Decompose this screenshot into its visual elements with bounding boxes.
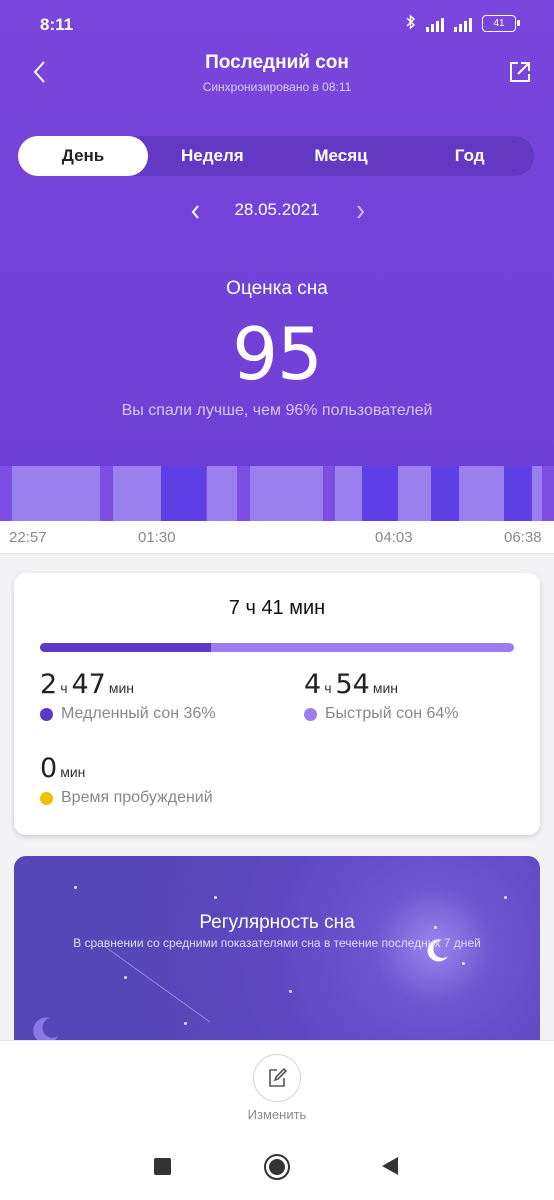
sleep-phase-bar [40,643,514,652]
tab-day[interactable]: День [18,136,148,176]
next-date-button[interactable] [350,201,370,223]
status-icons: 41 [406,14,520,33]
system-navigation-bar [0,1134,554,1200]
light-sleep-legend: Быстрый сон 64% [304,705,459,723]
sleep-summary-card: 7 ч 41 мин 2 ч 47 мин Медленный сон 36% 4ч5… [14,573,540,835]
timeline-segment [335,466,362,521]
tab-year[interactable]: Год [405,136,534,176]
recent-apps-button[interactable] [154,1158,171,1175]
deep-sleep-dot [40,707,53,721]
time-label: 01:30 [138,529,176,546]
timeline-deep-segment [431,466,459,521]
time-label: 22:57 [9,529,47,546]
regularity-subtitle: В сравнении со средними показателями сна… [73,936,481,950]
timeline-deep-segment [12,466,36,521]
score-description: Вы спали лучше, чем 96% пользователей [121,402,433,419]
sleep-score: 95 [232,312,323,396]
back-triangle-icon [382,1157,398,1175]
tab-month[interactable]: Месяц [277,136,406,176]
share-button[interactable] [506,58,534,86]
timeline-segment [250,466,323,521]
awake-dot [40,791,53,805]
edit-label: Изменить [247,1107,307,1122]
battery-icon: 41 [482,15,520,32]
timeline-deep-segment [504,466,532,521]
back-nav-button[interactable] [380,1156,400,1176]
awake-duration: 0 мин [40,753,86,784]
light-sleep-dot [304,707,317,721]
status-bar: 8:11 41 [0,0,554,48]
bluetooth-icon [406,14,416,33]
tab-week[interactable]: Неделя [148,136,277,176]
sync-status: Синхронизировано в 08:11 [202,80,352,94]
timeline-segment [459,466,504,521]
chevron-right-icon [357,205,365,219]
share-icon [510,62,530,82]
period-tabs: День Неделя Месяц Год [18,136,534,176]
regularity-title: Регулярность сна [199,912,355,933]
deep-sleep-legend: Медленный сон 36% [40,705,216,723]
timeline-deep-segment [161,466,206,521]
timeline-deep-segment [362,466,398,521]
hero-section: 8:11 41 Последний сон Синхронизировано в… [0,0,554,466]
light-sleep-duration: 4 ч 54 мин [304,669,399,700]
score-label: Оценка сна [226,278,328,299]
edit-button[interactable] [253,1054,301,1102]
home-button[interactable] [264,1154,290,1180]
signal-icon-2 [454,16,472,32]
time-label: 06:38 [504,529,542,546]
timeline-segment [113,466,161,521]
deep-sleep-duration: 2 ч 47 мин [40,669,135,700]
bottom-action-bar: Изменить [0,1040,554,1135]
awake-legend: Время пробуждений [40,789,213,807]
status-time: 8:11 [40,15,74,34]
current-date: 28.05.2021 [234,200,320,219]
sleep-timeline-chart [0,466,554,521]
edit-icon [269,1067,288,1087]
timeline-segment [207,466,237,521]
signal-icon [426,16,444,32]
timeline-segment [532,466,542,521]
sleep-regularity-card[interactable]: Регулярность сна В сравнении со средними… [14,856,540,1056]
timeline-axis: 22:57 01:30 04:03 06:38 [0,521,554,554]
deep-sleep-fill [40,643,211,652]
timeline-segment [36,466,100,521]
time-label: 04:03 [375,529,413,546]
total-sleep-duration: 7 ч 41 мин [228,597,326,619]
page-title: Последний сон [205,52,349,73]
timeline-segment [398,466,431,521]
